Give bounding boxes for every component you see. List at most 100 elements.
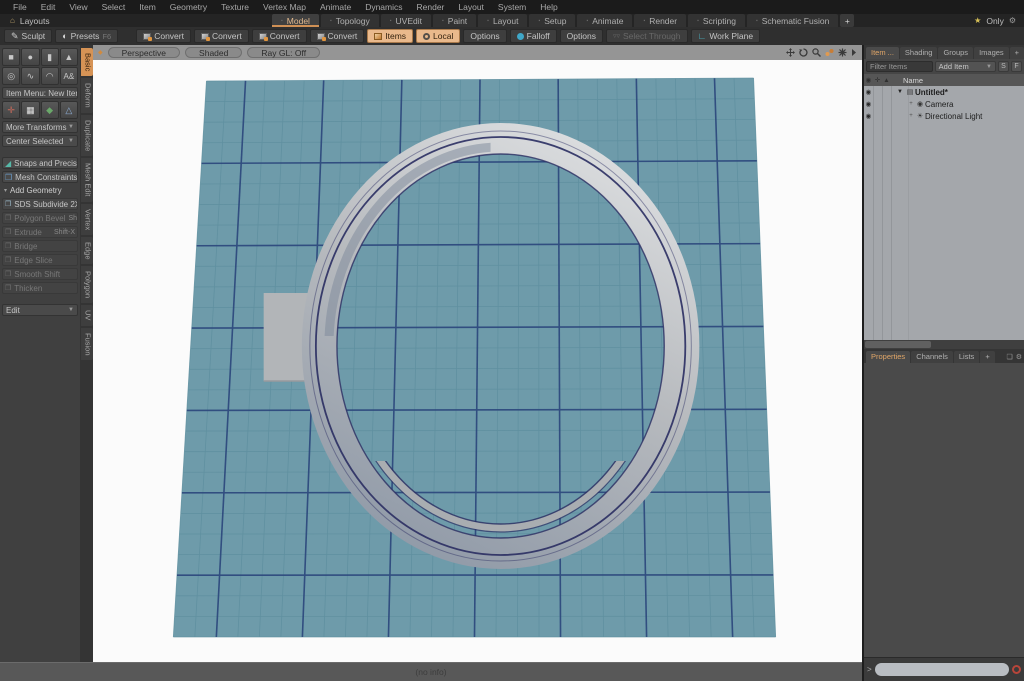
category-tab-uv[interactable]: UV [80, 305, 93, 326]
snaps-precision-button[interactable]: ◢ Snaps and Precision [2, 157, 78, 169]
convert-button-3[interactable]: Convert [251, 29, 307, 43]
record-macro-icon[interactable] [1012, 665, 1021, 674]
item-list-tab-item[interactable]: Item ... [866, 47, 899, 59]
solo-button[interactable]: S [998, 61, 1009, 72]
viewport-widget-icon[interactable]: ◆ [98, 49, 103, 56]
menu-texture[interactable]: Texture [214, 2, 256, 12]
sphere-tool-button[interactable]: ● [21, 48, 40, 66]
workspace-tab-uvedit[interactable]: ▪ UVEdit [380, 14, 431, 27]
text-tool-button[interactable]: A& [59, 67, 78, 85]
tool-thicken[interactable]: ❒ Thicken [2, 282, 78, 294]
menu-layout[interactable]: Layout [451, 2, 491, 12]
tool-polygon-bevel[interactable]: ❒Polygon BevelShift-B [2, 212, 78, 224]
instance-item-button[interactable]: ◆ [40, 101, 59, 119]
category-tab-duplicate[interactable]: Duplicate [80, 114, 93, 157]
cone-tool-button[interactable]: ▲ [59, 48, 78, 66]
add-item-dropdown[interactable]: Add Item ▼ [934, 61, 996, 72]
workspace-tab-animate[interactable]: ▪ Animate [577, 14, 633, 27]
tool-edge-slice[interactable]: ❒ Edge Slice [2, 254, 78, 266]
projection-dropdown[interactable]: Perspective [107, 47, 181, 58]
options-button-2[interactable]: Options [559, 29, 603, 43]
shading-dropdown[interactable]: Shaded [185, 47, 243, 58]
wire-pyramid-button[interactable]: △ [59, 101, 78, 119]
convert-button-1[interactable]: Convert [136, 29, 191, 43]
menu-system[interactable]: System [491, 2, 533, 12]
command-input[interactable] [874, 663, 1009, 676]
menu-item[interactable]: Item [132, 2, 163, 12]
menu-help[interactable]: Help [533, 2, 564, 12]
torus-tool-button[interactable]: ◎ [2, 67, 21, 85]
menu-view[interactable]: View [62, 2, 94, 12]
category-tab-vertex[interactable]: Vertex [80, 203, 93, 235]
zoom-icon[interactable] [812, 48, 821, 57]
workspace-tab-layout[interactable]: ▪ Layout [478, 14, 528, 27]
workspace-tab-paint[interactable]: ▪ Paint [433, 14, 477, 27]
work-plane-button[interactable]: ∟ Work Plane [690, 29, 761, 43]
item-menu-dropdown[interactable]: Item Menu: New Item ▼ [2, 87, 78, 99]
eye-icon[interactable]: ◉ [864, 112, 873, 120]
expander-icon[interactable]: ▼ [897, 89, 905, 95]
properties-tab-lists[interactable]: Lists [953, 351, 980, 363]
menu-file[interactable]: File [6, 2, 34, 12]
panel-window-icons[interactable]: ❏ ⚙ [1006, 353, 1022, 363]
tree-row-camera[interactable]: ◉ + ◉ Camera [864, 98, 1024, 110]
gizmo-dots-icon[interactable] [825, 48, 834, 57]
tool-extrude[interactable]: ❒ Extrude Shift-X [2, 226, 78, 238]
tree-row-untitled[interactable]: ◉ ▼ ▤ Untitled* [864, 86, 1024, 98]
more-transforms-dropdown[interactable]: More Transforms ▼ [2, 121, 78, 133]
expand-arrow-icon[interactable] [851, 48, 857, 57]
gear-icon[interactable]: ⚙ [1009, 16, 1016, 25]
tool-sds-subdivide-2x[interactable]: ❒ SDS Subdivide 2X [2, 198, 78, 210]
eye-icon[interactable]: ◉ [864, 88, 873, 96]
viewport-gear-icon[interactable] [838, 48, 847, 57]
item-list-scrollbar[interactable] [864, 340, 1024, 349]
items-mode-button[interactable]: Items [367, 29, 414, 43]
item-list-tab-add[interactable]: + [1009, 47, 1024, 59]
convert-button-4[interactable]: Convert [309, 29, 365, 43]
only-toggle[interactable]: Only [986, 16, 1003, 26]
category-tab-mesh-edit[interactable]: Mesh Edit [80, 158, 93, 202]
edit-dropdown[interactable]: Edit ▼ [2, 304, 78, 316]
item-name[interactable]: Untitled* [915, 88, 948, 97]
category-tab-fusion[interactable]: Fusion [80, 327, 93, 361]
workspace-tab-model[interactable]: ▪ Model [272, 14, 319, 27]
popout-icon[interactable]: ❏ [1006, 353, 1012, 361]
center-selected-dropdown[interactable]: Center Selected ▼ [2, 135, 78, 147]
item-list-tab-images[interactable]: Images [974, 47, 1009, 59]
tool-bridge[interactable]: ❒ Bridge [2, 240, 78, 252]
mesh-item-button[interactable]: ▦ [21, 101, 40, 119]
cylinder-tool-button[interactable]: ▮ [40, 48, 59, 66]
properties-tab-add[interactable]: + [980, 351, 995, 363]
options-button-1[interactable]: Options [463, 29, 507, 43]
convert-button-2[interactable]: Convert [193, 29, 249, 43]
menu-vertex-map[interactable]: Vertex Map [256, 2, 313, 12]
item-name[interactable]: Directional Light [925, 112, 982, 121]
workspace-tab-render[interactable]: ▪ Render [634, 14, 687, 27]
tree-row-directional-light[interactable]: ◉ + ☀ Directional Light [864, 110, 1024, 122]
category-tab-deform[interactable]: Deform [80, 78, 93, 113]
workspace-tab-topology[interactable]: ▪ Topology [320, 14, 379, 27]
panel-gear-icon[interactable]: ⚙ [1016, 353, 1022, 361]
eye-icon[interactable]: ◉ [864, 100, 873, 108]
select-through-button[interactable]: ▿▿ Select Through [605, 29, 688, 43]
add-geometry-section[interactable]: ▾ Add Geometry [2, 185, 78, 196]
pan-icon[interactable] [786, 48, 795, 57]
category-tab-basic[interactable]: Basic [80, 48, 93, 77]
properties-tab-properties[interactable]: Properties [866, 351, 911, 363]
add-workspace-tab-button[interactable]: + [840, 14, 855, 27]
curve-tool-button[interactable]: ◠ [40, 67, 59, 85]
item-list-tab-groups[interactable]: Groups [938, 47, 974, 59]
properties-tab-channels[interactable]: Channels [911, 351, 953, 363]
local-mode-button[interactable]: Local [416, 29, 461, 43]
falloff-button[interactable]: Falloff [509, 29, 557, 43]
category-tab-polygon[interactable]: Polygon [80, 266, 93, 304]
tool-smooth-shift[interactable]: ❒ Smooth Shift [2, 268, 78, 280]
raygl-dropdown[interactable]: Ray GL: Off [247, 47, 321, 58]
cube-tool-button[interactable]: ■ [2, 48, 21, 66]
filter-items-input[interactable]: Filter Items [866, 61, 933, 72]
rotate-icon[interactable] [799, 48, 808, 57]
menu-dynamics[interactable]: Dynamics [358, 2, 409, 12]
workspace-tab-scripting[interactable]: ▪ Scripting [688, 14, 745, 27]
layouts-menu[interactable]: ⌂ Layouts [0, 14, 272, 27]
item-name[interactable]: Camera [925, 100, 953, 109]
